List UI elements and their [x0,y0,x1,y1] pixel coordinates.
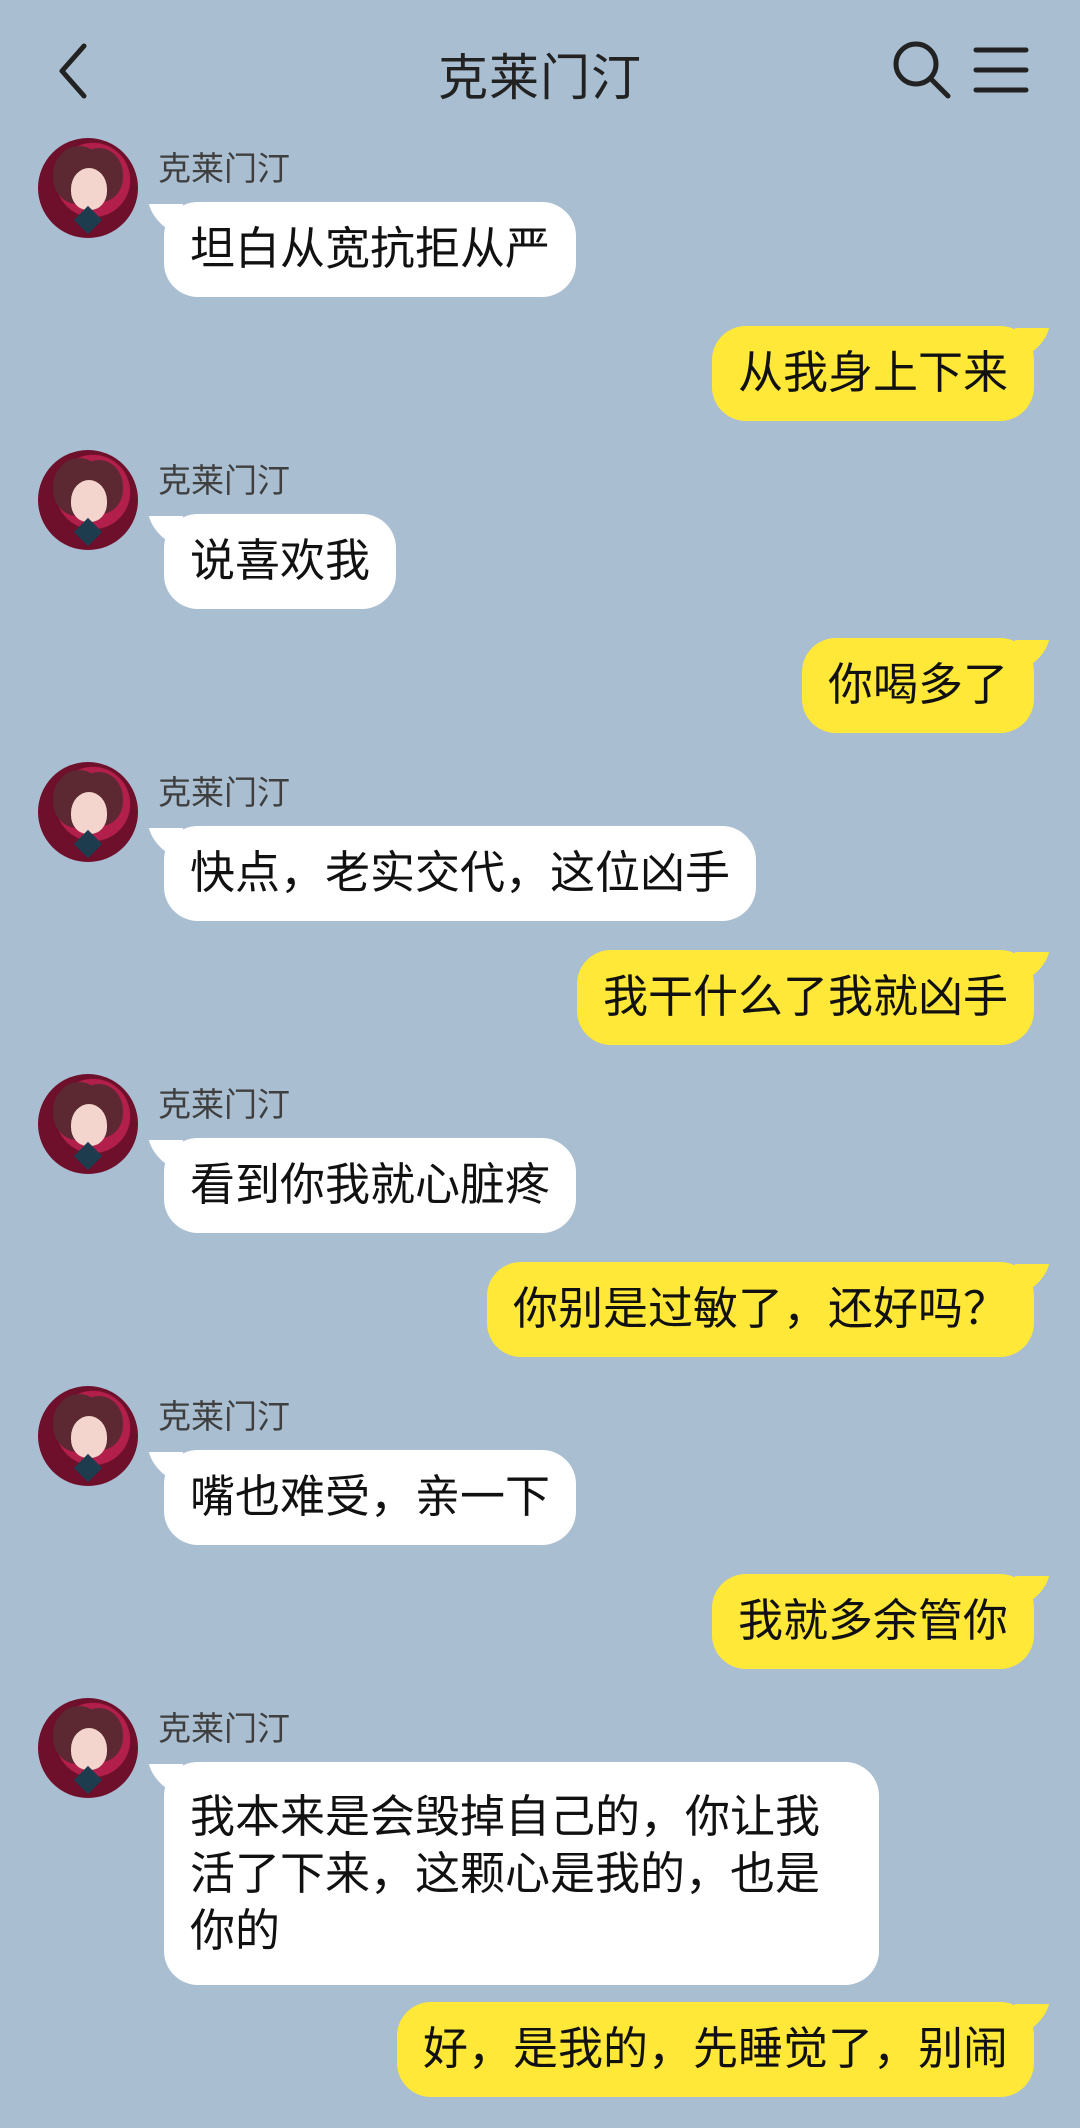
message-bubble[interactable]: 嘴也难受，亲一下 [164,1450,577,1545]
message-bubble[interactable]: 你喝多了 [801,638,1034,733]
avatar[interactable] [38,762,138,862]
outgoing-message: 从我身上下来 [0,326,1080,436]
message-bubble[interactable]: 从我身上下来 [711,326,1034,421]
incoming-message: 克莱门汀 嘴也难受，亲一下 [0,1386,1080,1556]
incoming-message: 克莱门汀 快点，老实交代，这位凶手 [0,762,1080,932]
menu-button[interactable] [972,42,1032,98]
outgoing-message: 好，是我的，先睡觉了，别闹 [0,2002,1080,2112]
message-bubble[interactable]: 我干什么了我就凶手 [576,950,1034,1045]
incoming-message: 克莱门汀 坦白从宽抗拒从严 [0,138,1080,308]
outgoing-message: 你别是过敏了，还好吗？ [0,1262,1080,1372]
top-bar: 克莱门汀 [0,0,1080,140]
outgoing-message: 我就多余管你 [0,1574,1080,1684]
avatar[interactable] [38,450,138,550]
outgoing-message: 我干什么了我就凶手 [0,950,1080,1060]
avatar[interactable] [38,1698,138,1798]
sender-name: 克莱门汀 [158,1397,290,1436]
sender-name: 克莱门汀 [158,1709,290,1748]
avatar[interactable] [38,1386,138,1486]
message-bubble[interactable]: 我本来是会毁掉自己的，你让我活了下来，这颗心是我的，也是你的 [164,1762,879,1985]
incoming-message: 克莱门汀 我本来是会毁掉自己的，你让我活了下来，这颗心是我的，也是你的 [0,1698,1080,1985]
search-icon [893,41,951,99]
outgoing-message: 你喝多了 [0,638,1080,748]
message-bubble[interactable]: 你别是过敏了，还好吗？ [486,1262,1034,1357]
message-bubble[interactable]: 我就多余管你 [711,1574,1034,1669]
message-bubble[interactable]: 快点，老实交代，这位凶手 [164,826,757,921]
message-bubble[interactable]: 坦白从宽抗拒从严 [164,202,577,297]
incoming-message: 克莱门汀 看到你我就心脏疼 [0,1074,1080,1244]
sender-name: 克莱门汀 [158,773,290,812]
sender-name: 克莱门汀 [158,461,290,500]
message-bubble[interactable]: 看到你我就心脏疼 [164,1138,577,1233]
avatar[interactable] [38,138,138,238]
sender-name: 克莱门汀 [158,1085,290,1124]
avatar[interactable] [38,1074,138,1174]
incoming-message: 克莱门汀 说喜欢我 [0,450,1080,620]
message-bubble[interactable]: 好，是我的，先睡觉了，别闹 [396,2002,1034,2097]
message-bubble[interactable]: 说喜欢我 [164,514,397,609]
hamburger-menu-icon [973,47,1029,93]
sender-name: 克莱门汀 [158,149,290,188]
search-button[interactable] [890,38,954,102]
